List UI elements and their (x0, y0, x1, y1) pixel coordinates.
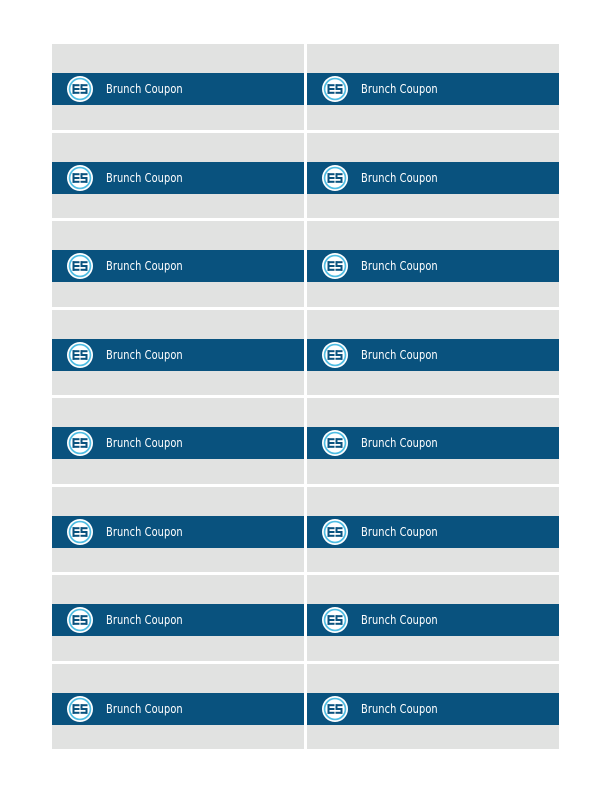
es-monogram-icon (67, 253, 93, 279)
es-monogram-icon (322, 253, 348, 279)
es-monogram-icon (67, 695, 93, 722)
es-monogram-icon (67, 607, 93, 633)
coupon-card: Brunch Coupon (52, 486, 304, 572)
es-monogram-icon (322, 341, 348, 368)
es-monogram-icon (67, 430, 93, 456)
coupon-band: Brunch Coupon (52, 427, 304, 459)
coupon-card: Brunch Coupon (307, 309, 559, 395)
coupon-card: Brunch Coupon (307, 575, 559, 661)
coupon-label: Brunch Coupon (106, 347, 183, 362)
coupon-label: Brunch Coupon (106, 82, 183, 96)
coupon-card: Brunch Coupon (52, 398, 304, 484)
coupon-band: Brunch Coupon (52, 515, 304, 548)
coupon-card: Brunch Coupon (307, 44, 559, 130)
coupon-card: Brunch Coupon (52, 44, 304, 130)
coupon-label: Brunch Coupon (361, 170, 438, 185)
coupon-card: Brunch Coupon (307, 132, 559, 218)
coupon-band: Brunch Coupon (52, 338, 304, 371)
es-monogram-icon (322, 695, 348, 722)
es-monogram-icon (322, 607, 348, 633)
coupon-band: Brunch Coupon (52, 250, 304, 282)
coupon-label: Brunch Coupon (361, 82, 438, 96)
coupon-band: Brunch Coupon (307, 338, 559, 371)
coupon-band: Brunch Coupon (307, 604, 559, 636)
coupon-card: Brunch Coupon (307, 398, 559, 484)
coupon-band: Brunch Coupon (307, 73, 559, 105)
es-monogram-icon (67, 164, 93, 191)
coupon-card: Brunch Coupon (52, 309, 304, 395)
coupon-card: Brunch Coupon (307, 221, 559, 307)
es-monogram-icon (322, 164, 348, 191)
coupon-card: Brunch Coupon (307, 663, 559, 749)
es-monogram-icon (322, 430, 348, 456)
coupon-card: Brunch Coupon (307, 486, 559, 572)
coupon-band: Brunch Coupon (307, 250, 559, 282)
coupon-label: Brunch Coupon (106, 436, 183, 450)
coupon-card: Brunch Coupon (52, 132, 304, 218)
coupon-card: Brunch Coupon (52, 663, 304, 749)
es-monogram-icon (322, 518, 348, 545)
coupon-label: Brunch Coupon (361, 613, 438, 627)
coupon-band: Brunch Coupon (307, 515, 559, 548)
es-monogram-icon (67, 76, 93, 102)
coupon-label: Brunch Coupon (106, 613, 183, 627)
coupon-label: Brunch Coupon (106, 701, 183, 716)
coupon-label: Brunch Coupon (106, 524, 183, 539)
coupon-band: Brunch Coupon (307, 692, 559, 725)
coupon-label: Brunch Coupon (361, 347, 438, 362)
coupon-band: Brunch Coupon (307, 161, 559, 194)
coupon-card: Brunch Coupon (52, 221, 304, 307)
es-monogram-icon (67, 518, 93, 545)
coupon-label: Brunch Coupon (106, 259, 183, 273)
coupon-label: Brunch Coupon (106, 170, 183, 185)
coupon-label: Brunch Coupon (361, 524, 438, 539)
coupon-band: Brunch Coupon (52, 692, 304, 725)
coupon-band: Brunch Coupon (52, 604, 304, 636)
coupon-band: Brunch Coupon (52, 73, 304, 105)
coupon-label: Brunch Coupon (361, 259, 438, 273)
es-monogram-icon (67, 341, 93, 368)
coupon-label: Brunch Coupon (361, 701, 438, 716)
coupon-card: Brunch Coupon (52, 575, 304, 661)
es-monogram-icon (322, 76, 348, 102)
coupon-band: Brunch Coupon (307, 427, 559, 459)
coupon-sheet: Brunch Coupon Brunch Coupon Brunch Coupo… (52, 44, 559, 749)
coupon-band: Brunch Coupon (52, 161, 304, 194)
coupon-label: Brunch Coupon (361, 436, 438, 450)
